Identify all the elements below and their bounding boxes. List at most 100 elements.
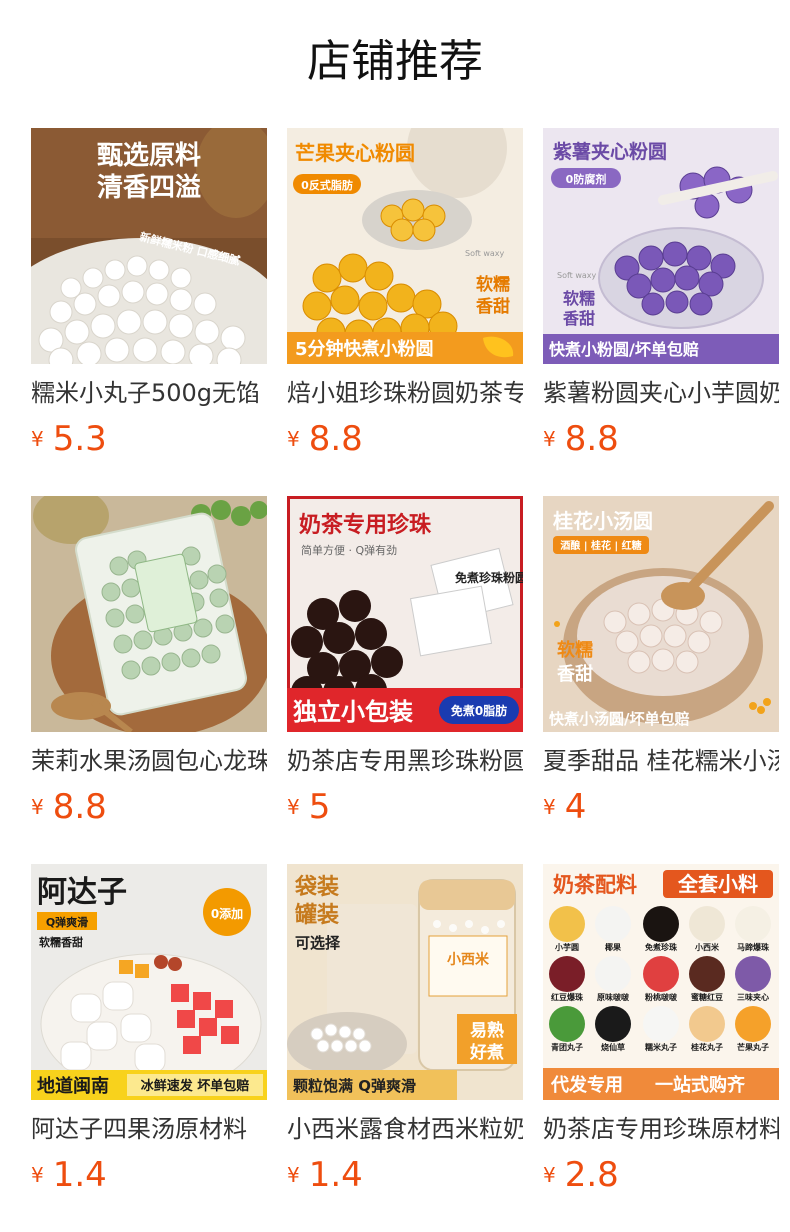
- svg-text:全套小料: 全套小料: [677, 872, 758, 896]
- product-name[interactable]: 茉莉水果汤圆包心龙珠: [31, 744, 267, 778]
- svg-text:独立小包装: 独立小包装: [293, 698, 413, 726]
- svg-text:袋装: 袋装: [294, 874, 339, 900]
- product-image[interactable]: 阿达子 Q弹爽滑 软糯香甜 0添加 地道闽南 冰鲜速发 坏单包赔: [31, 864, 267, 1100]
- product-name[interactable]: 紫薯粉圆夹心小芋圆奶茶: [543, 376, 779, 410]
- product-name[interactable]: 焙小姐珍珠粉圆奶茶专用: [287, 376, 523, 410]
- svg-text:原味啵啵: 原味啵啵: [597, 992, 630, 1002]
- product-card[interactable]: 甄选原料 清香四溢 新鲜糯米粉 口感细腻 糯米小丸子500g无馅 ¥5.3: [31, 128, 267, 496]
- product-card[interactable]: 奶茶专用珍珠 简单方便 · Q弹有劲 免煮珍珠粉圆 独立小包装 免煮0脂肪 奶茶…: [287, 496, 523, 864]
- product-card[interactable]: 奶茶配料 全套小料 小芋圆 椰果 免煮珍珠 小西米 马蹄爆珠 红豆爆珠 原味啵啵…: [543, 864, 779, 1232]
- svg-text:三味夹心: 三味夹心: [737, 992, 769, 1002]
- svg-text:小西米: 小西米: [694, 942, 720, 952]
- svg-text:糯米丸子: 糯米丸子: [645, 1042, 677, 1052]
- product-price: ¥8.8: [31, 782, 107, 832]
- svg-text:烧仙草: 烧仙草: [601, 1042, 625, 1052]
- svg-text:0防腐剂: 0防腐剂: [566, 172, 607, 186]
- svg-text:阿达子: 阿达子: [37, 875, 127, 910]
- svg-text:免煮珍珠粉圆: 免煮珍珠粉圆: [455, 570, 523, 585]
- product-price: ¥5.3: [31, 414, 107, 464]
- product-name[interactable]: 糯米小丸子500g无馅: [31, 376, 267, 410]
- price-value: 5.3: [52, 419, 107, 459]
- svg-text:紫薯夹心粉圆: 紫薯夹心粉圆: [553, 140, 667, 163]
- svg-text:简单方便 · Q弹有劲: 简单方便 · Q弹有劲: [301, 543, 397, 557]
- product-card[interactable]: 桂花小汤圆 酒酿 | 桂花 | 红糖 软糯 香甜 快煮小汤圆/坏单包赔 夏季甜品…: [543, 496, 779, 864]
- svg-text:芒果丸子: 芒果丸子: [737, 1042, 769, 1052]
- svg-text:一站式购齐: 一站式购齐: [655, 1074, 746, 1096]
- svg-text:奶茶专用珍珠: 奶茶专用珍珠: [299, 512, 432, 538]
- product-card[interactable]: 芒果夹心粉圆 0反式脂肪 Soft waxy 软糯 香甜 5分钟快煮小粉圆 焙小…: [287, 128, 523, 496]
- price-value: 5: [308, 787, 331, 827]
- currency-symbol: ¥: [543, 427, 556, 451]
- price-value: 1.4: [52, 1155, 107, 1195]
- price-value: 8.8: [52, 787, 107, 827]
- svg-text:Soft waxy: Soft waxy: [465, 249, 505, 258]
- product-image[interactable]: 桂花小汤圆 酒酿 | 桂花 | 红糖 软糯 香甜 快煮小汤圆/坏单包赔: [543, 496, 779, 732]
- svg-text:桂花小汤圆: 桂花小汤圆: [552, 509, 653, 533]
- svg-text:酒酿 | 桂花 | 红糖: 酒酿 | 桂花 | 红糖: [560, 539, 641, 552]
- currency-symbol: ¥: [31, 795, 44, 819]
- product-price: ¥5: [287, 782, 330, 832]
- currency-symbol: ¥: [543, 795, 556, 819]
- price-value: 1.4: [308, 1155, 363, 1195]
- svg-text:快煮小粉圆/坏单包赔: 快煮小粉圆/坏单包赔: [549, 340, 699, 359]
- page-title: 店铺推荐: [307, 36, 483, 87]
- product-price: ¥2.8: [543, 1150, 619, 1200]
- product-name[interactable]: 阿达子四果汤原材料: [31, 1112, 267, 1146]
- price-value: 8.8: [308, 419, 363, 459]
- svg-text:代发专用: 代发专用: [550, 1074, 623, 1096]
- svg-text:小西米: 小西米: [447, 951, 490, 968]
- product-card[interactable]: 阿达子 Q弹爽滑 软糯香甜 0添加 地道闽南 冰鲜速发 坏单包赔 阿达子四果汤原…: [31, 864, 267, 1232]
- product-image[interactable]: 紫薯夹心粉圆 0防腐剂 Soft waxy 软糯 香甜 快煮小粉圆/坏单包赔: [543, 128, 779, 364]
- svg-text:粉桃啵啵: 粉桃啵啵: [645, 992, 678, 1002]
- svg-text:快煮小汤圆/坏单包赔: 快煮小汤圆/坏单包赔: [549, 710, 689, 728]
- product-image[interactable]: 奶茶配料 全套小料 小芋圆 椰果 免煮珍珠 小西米 马蹄爆珠 红豆爆珠 原味啵啵…: [543, 864, 779, 1100]
- product-card[interactable]: 小西米 袋装 罐装 可选择 易熟 好煮 颗粒饱满 Q弹爽滑 小西米露食材西米粒奶…: [287, 864, 523, 1232]
- product-name[interactable]: 夏季甜品 桂花糯米小汤圆: [543, 744, 779, 778]
- svg-text:软糯: 软糯: [557, 639, 593, 661]
- product-price: ¥8.8: [543, 414, 619, 464]
- product-price: ¥1.4: [31, 1150, 107, 1200]
- currency-symbol: ¥: [287, 1163, 300, 1187]
- product-grid: 甄选原料 清香四溢 新鲜糯米粉 口感细腻 糯米小丸子500g无馅 ¥5.3 芒果…: [31, 128, 779, 1232]
- price-value: 8.8: [564, 419, 619, 459]
- svg-text:小芋圆: 小芋圆: [554, 942, 579, 952]
- svg-text:0反式脂肪: 0反式脂肪: [301, 178, 353, 192]
- svg-text:芒果夹心粉圆: 芒果夹心粉圆: [295, 141, 415, 165]
- svg-text:免煮0脂肪: 免煮0脂肪: [451, 703, 507, 718]
- product-image[interactable]: 甄选原料 清香四溢 新鲜糯米粉 口感细腻: [31, 128, 267, 364]
- currency-symbol: ¥: [287, 795, 300, 819]
- product-price: ¥8.8: [287, 414, 363, 464]
- svg-text:蜜糖红豆: 蜜糖红豆: [691, 992, 723, 1002]
- product-image[interactable]: [31, 496, 267, 732]
- product-card[interactable]: 紫薯夹心粉圆 0防腐剂 Soft waxy 软糯 香甜 快煮小粉圆/坏单包赔 紫…: [543, 128, 779, 496]
- svg-text:颗粒饱满 Q弹爽滑: 颗粒饱满 Q弹爽滑: [293, 1077, 416, 1095]
- svg-text:易熟: 易熟: [470, 1020, 504, 1041]
- svg-text:清香四溢: 清香四溢: [97, 173, 201, 203]
- product-price: ¥4: [543, 782, 586, 832]
- currency-symbol: ¥: [31, 1163, 44, 1187]
- svg-text:奶茶配料: 奶茶配料: [553, 873, 637, 897]
- svg-text:椰果: 椰果: [605, 942, 621, 952]
- svg-text:桂花丸子: 桂花丸子: [690, 1042, 723, 1052]
- product-price: ¥1.4: [287, 1150, 363, 1200]
- svg-text:0添加: 0添加: [211, 906, 243, 921]
- currency-symbol: ¥: [543, 1163, 556, 1187]
- product-name[interactable]: 奶茶店专用黑珍珠粉圆: [287, 744, 523, 778]
- svg-text:罐装: 罐装: [294, 902, 339, 928]
- product-image[interactable]: 奶茶专用珍珠 简单方便 · Q弹有劲 免煮珍珠粉圆 独立小包装 免煮0脂肪: [287, 496, 523, 732]
- product-card[interactable]: 茉莉水果汤圆包心龙珠 ¥8.8: [31, 496, 267, 864]
- svg-text:Q弹爽滑: Q弹爽滑: [46, 915, 88, 929]
- product-name[interactable]: 奶茶店专用珍珠原材料: [543, 1112, 779, 1146]
- product-image[interactable]: 小西米 袋装 罐装 可选择 易熟 好煮 颗粒饱满 Q弹爽滑: [287, 864, 523, 1100]
- svg-text:马蹄爆珠: 马蹄爆珠: [737, 942, 770, 952]
- currency-symbol: ¥: [287, 427, 300, 451]
- product-image[interactable]: 芒果夹心粉圆 0反式脂肪 Soft waxy 软糯 香甜 5分钟快煮小粉圆: [287, 128, 523, 364]
- product-name[interactable]: 小西米露食材西米粒奶茶: [287, 1112, 523, 1146]
- svg-text:软糯: 软糯: [563, 289, 595, 308]
- svg-text:香甜: 香甜: [476, 296, 510, 317]
- svg-text:甄选原料: 甄选原料: [97, 141, 201, 171]
- svg-text:红豆爆珠: 红豆爆珠: [551, 992, 584, 1002]
- price-value: 4: [564, 787, 587, 827]
- svg-text:香甜: 香甜: [562, 309, 595, 328]
- price-value: 2.8: [564, 1155, 619, 1195]
